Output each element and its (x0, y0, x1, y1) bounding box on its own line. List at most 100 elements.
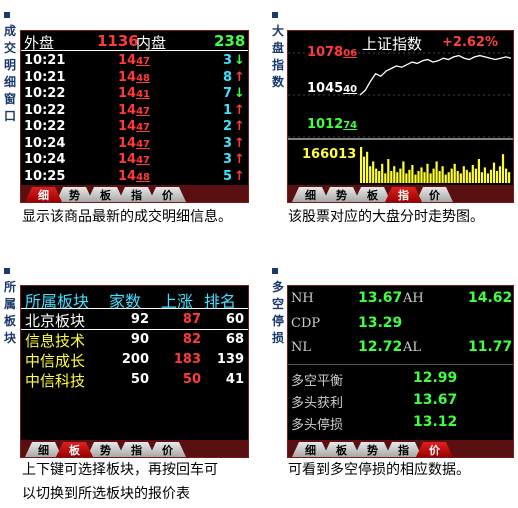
stoploss-caption: 可看到多空停损的相应数据。 (288, 462, 470, 478)
volume-bar (369, 166, 372, 183)
volume-bar (378, 171, 381, 183)
stoploss-section-title: 多空停损 (272, 264, 284, 346)
volume-bar (447, 172, 450, 183)
volume-bar (408, 169, 411, 183)
trade-price: 1447 (118, 119, 151, 134)
volume-bar (414, 174, 417, 183)
volume-bar (360, 147, 363, 183)
tab-4[interactable]: 价 (416, 187, 453, 202)
nl-value: 12.72 (358, 339, 403, 355)
tab-1[interactable]: 板 (323, 442, 360, 457)
trade-time: 10:22 (24, 102, 66, 118)
volume-bar (495, 171, 499, 183)
cdp-value: 13.29 (358, 315, 403, 331)
tab-2[interactable]: 势 (87, 442, 124, 457)
tab-4[interactable]: 价 (149, 442, 186, 457)
volume-bar (483, 167, 486, 183)
sectors-tabbar: 细板势指价 (21, 440, 248, 457)
arrow-up-icon: ↑ (234, 102, 245, 118)
volume-bar (462, 166, 465, 183)
sector-rank: 68 (225, 332, 244, 347)
stoploss-screen: NH 13.67 AH 14.62 CDP 13.29 NL 12.72 AL … (287, 285, 514, 458)
volume-bar (498, 166, 502, 183)
stoploss-row: 多空平衡 12.99 (288, 370, 513, 392)
bullet-icon (272, 11, 278, 18)
trades-screen: 外盘 1136 内盘 238 10:21 1447 3 ↓ 10:21 1448 8 ↑ 10:… (20, 30, 249, 203)
volume-bar (456, 171, 459, 183)
trade-volume: 5 (223, 168, 233, 184)
tab-0[interactable]: 细 (292, 187, 329, 202)
inner-value: 238 (214, 32, 246, 50)
index-volume-label: 166013 (302, 147, 357, 162)
volume-bar (435, 161, 438, 183)
sector-column-header: 上涨 (161, 292, 194, 311)
sector-row[interactable]: 中信科技 50 50 41 (21, 370, 248, 390)
tab-0[interactable]: 细 (25, 442, 62, 457)
tab-2[interactable]: 板 (354, 187, 391, 202)
tab-1[interactable]: 板 (56, 442, 93, 457)
nh-label: NH (291, 291, 314, 306)
volume-bar (366, 151, 369, 183)
tab-1[interactable]: 势 (323, 187, 360, 202)
trade-volume: 3 (223, 135, 233, 151)
trade-row: 10:22 1441 7 ↓ (21, 86, 248, 102)
stoploss-tabbar: 细板势指价 (288, 440, 513, 457)
volume-bar (375, 168, 378, 183)
tab-3[interactable]: 指 (118, 442, 155, 457)
volume-bar (474, 168, 477, 183)
trade-price: 1448 (118, 69, 151, 85)
tab-3[interactable]: 指 (118, 187, 155, 202)
sector-row[interactable]: 北京板块 92 87 60 (21, 310, 248, 330)
arrow-up-icon: ↑ (234, 168, 245, 184)
tab-3[interactable]: 指 (385, 187, 422, 202)
volume-bar (372, 161, 375, 183)
tab-2[interactable]: 板 (87, 187, 124, 202)
sectors-header: 所属板块 家数 上涨 排名 (21, 286, 248, 311)
tab-4[interactable]: 价 (149, 187, 186, 202)
trade-row: 10:21 1448 8 ↑ (21, 70, 248, 86)
volume-bar (501, 154, 505, 183)
trade-time: 10:22 (24, 86, 66, 101)
trades-caption: 显示该商品最新的成交明细信息。 (22, 209, 232, 225)
trade-price: 1447 (118, 152, 151, 167)
stoploss-label: 多头获利 (291, 396, 344, 411)
bullet-icon (4, 11, 10, 18)
index-tabbar: 细势板指价 (288, 185, 513, 202)
trade-time: 10:21 (24, 53, 66, 68)
trade-price: 1447 (118, 53, 151, 68)
arrow-up-icon: ↑ (234, 152, 245, 167)
trade-price: 1448 (118, 168, 151, 184)
sector-column-header: 家数 (109, 292, 142, 311)
sector-row[interactable]: 信息技术 90 82 68 (21, 330, 248, 350)
tab-0[interactable]: 细 (292, 442, 329, 457)
trade-time: 10:22 (24, 119, 66, 134)
volume-bar (411, 165, 414, 183)
volume-bar (423, 172, 426, 183)
trade-time: 10:24 (24, 152, 66, 167)
trades-section-title: 成交明细窗口 (4, 8, 16, 124)
trades-tabbar: 细势板指价 (21, 185, 248, 202)
tab-1[interactable]: 势 (56, 187, 93, 202)
trade-time: 10:24 (24, 135, 66, 151)
tab-4[interactable]: 价 (416, 442, 453, 457)
stoploss-value: 13.67 (413, 392, 458, 408)
arrow-down-icon: ↓ (234, 53, 245, 68)
trade-price: 1447 (118, 102, 151, 118)
volume-bar (381, 163, 384, 183)
volume-bar (405, 173, 408, 183)
sector-row[interactable]: 中信成长 200 183 139 (21, 350, 248, 370)
index-screen: 上证指数 +2.62% 107806 104540 101274 166013 … (287, 30, 514, 203)
volume-bar (390, 171, 393, 183)
tab-2[interactable]: 势 (354, 442, 391, 457)
trade-time: 10:21 (24, 69, 66, 85)
volume-bar (508, 172, 511, 183)
sectors-caption-line2: 以切换到所选板块的报价表 (22, 486, 190, 502)
volume-bar (477, 159, 480, 183)
trades-header: 外盘 1136 内盘 238 (21, 31, 248, 52)
outer-value: 1136 (97, 32, 139, 50)
volume-bar (486, 173, 489, 183)
index-high-label: 107806 (307, 45, 358, 60)
ah-label: AH (403, 291, 424, 306)
tab-3[interactable]: 指 (385, 442, 422, 457)
tab-0[interactable]: 细 (25, 187, 62, 202)
